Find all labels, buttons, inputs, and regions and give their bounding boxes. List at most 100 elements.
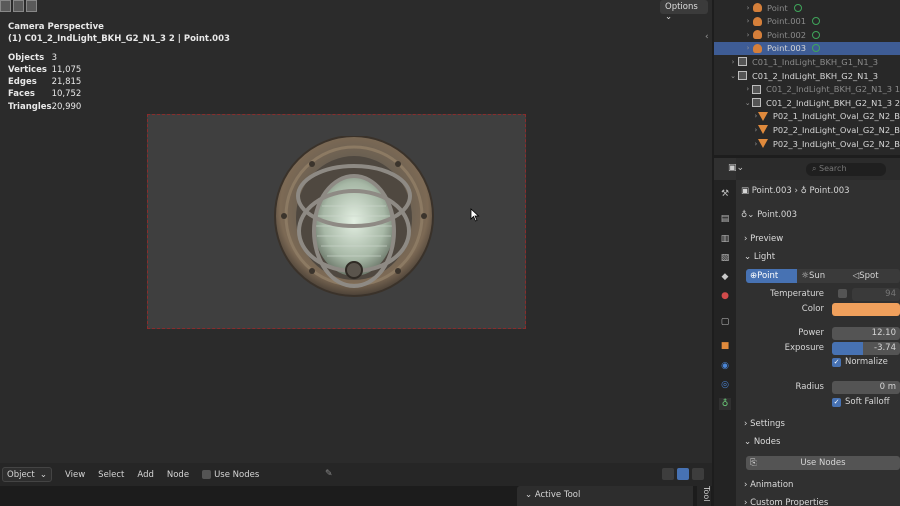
use-nodes-button[interactable]: ⎘ Use Nodes (746, 456, 900, 470)
chevron-down-icon: ⌄ (665, 12, 673, 22)
radius-field[interactable]: 0 m (832, 381, 900, 394)
editor-type-dropdown[interactable]: ▣⌄ (728, 163, 750, 176)
outliner-row-label: C01_2_IndLight_BKH_G2_N1_3 1 (766, 84, 900, 95)
chevron-right-icon[interactable]: › (728, 58, 738, 66)
section-preview[interactable]: › Preview (744, 234, 783, 244)
checkbox-icon[interactable] (202, 469, 212, 479)
outliner-row[interactable]: ⌄ C01_2_IndLight_BKH_G2_N1_3 2 (714, 96, 900, 109)
collection-icon[interactable]: ▢ (719, 316, 731, 328)
breadcrumb: ▣ Point.003 › ♁ Point.003 (741, 186, 850, 196)
select-box-icon[interactable] (26, 0, 37, 12)
mesh-icon (757, 111, 768, 121)
editor-type-icon[interactable] (0, 0, 11, 12)
outliner-row[interactable]: › P02_3_IndLight_Oval_G2_N2_B (714, 137, 900, 150)
datablock-selector[interactable]: ♁⌄ Point.003 (741, 210, 797, 220)
outliner[interactable]: › Point › Point.001 › Point.002 › Point.003 › C01… (714, 0, 900, 155)
use-nodes-toggle[interactable]: Use Nodes (202, 469, 259, 480)
light-data-icon[interactable]: ♁ (719, 398, 731, 410)
light-data-icon[interactable] (812, 17, 821, 26)
outliner-row-label: C01_2_IndLight_BKH_G2_N1_3 (752, 70, 879, 81)
3d-viewport[interactable]: Camera Perspective (1) C01_2_IndLight_BK… (0, 0, 712, 463)
outliner-row[interactable]: › P02_1_IndLight_Oval_G2_N2_B (714, 110, 900, 123)
chevron-right-icon[interactable]: › (743, 31, 753, 39)
section-settings[interactable]: › Settings (744, 419, 785, 429)
collection-icon (738, 57, 747, 67)
outliner-row[interactable]: › Point (714, 1, 900, 14)
exposure-slider[interactable]: -3.74 (832, 342, 900, 355)
chevron-right-icon[interactable]: › (743, 85, 752, 93)
viewport-header-icons[interactable] (0, 0, 37, 12)
select-mode-icon[interactable] (13, 0, 24, 12)
section-nodes[interactable]: ⌄ Nodes (744, 437, 780, 447)
temperature-field[interactable]: 94 (852, 288, 900, 301)
menu-select[interactable]: Select (98, 470, 124, 480)
options-dropdown[interactable]: Options ⌄ (660, 0, 708, 22)
active-object-label: (1) C01_2_IndLight_BKH_G2_N1_3 2 | Point… (8, 34, 230, 45)
light-data-icon[interactable] (793, 3, 802, 12)
temperature-checkbox[interactable] (838, 289, 847, 298)
outliner-row[interactable]: ⌄ C01_2_IndLight_BKH_G2_N1_3 (714, 69, 900, 82)
tool-tab[interactable]: Tool (697, 486, 711, 506)
chevron-left-icon[interactable]: ‹ (705, 32, 709, 42)
menu-view[interactable]: View (65, 470, 85, 480)
light-data-icon[interactable] (812, 44, 821, 53)
radius-label: Radius (795, 382, 824, 392)
active-tool-panel[interactable]: ⌄ Active Tool (517, 486, 693, 506)
chevron-down-icon[interactable]: ⌄ (728, 72, 738, 80)
outliner-row-label: P02_3_IndLight_Oval_G2_N2_B (772, 138, 900, 149)
search-input[interactable]: ⌕ Search (806, 163, 886, 176)
search-icon: ⌕ (812, 164, 820, 173)
outliner-row[interactable]: › Point.002 (714, 28, 900, 41)
stats-row: Vertices 11,075 (8, 64, 82, 75)
pin-icon[interactable]: ✎ (325, 469, 333, 479)
light-icon (753, 16, 762, 26)
chevron-down-icon: ⌄ (525, 490, 535, 500)
tool-icon[interactable]: ⚒ (719, 188, 731, 200)
chevron-down-icon[interactable]: ⌄ (743, 99, 752, 107)
perspective-label: Camera Perspective (8, 22, 104, 32)
physics-icon[interactable]: ◉ (719, 360, 731, 372)
outliner-row[interactable]: › P02_2_IndLight_Oval_G2_N2_B (714, 123, 900, 136)
light-object-icon: ▣ (741, 186, 752, 196)
light-type-point[interactable]: ⊕ Point (746, 269, 798, 283)
chevron-right-icon[interactable]: › (743, 4, 753, 12)
point-light-icon: ⊕ (750, 271, 758, 281)
overlay-icon[interactable] (677, 468, 689, 480)
soft-falloff-checkbox[interactable]: ✓ Soft Falloff (832, 397, 890, 407)
color-swatch[interactable] (832, 303, 900, 316)
section-custom-properties[interactable]: › Custom Properties (744, 498, 828, 506)
chevron-right-icon[interactable]: › (743, 17, 753, 25)
outliner-row[interactable]: › Point.003 (714, 41, 900, 55)
outliner-row[interactable]: › C01_2_IndLight_BKH_G2_N1_3 1 (714, 83, 900, 96)
chevron-down-icon: ⌄ (39, 470, 47, 480)
light-type-sun[interactable]: ☼ Sun (797, 269, 848, 283)
light-data-icon[interactable] (812, 30, 821, 39)
normalize-checkbox[interactable]: ✓ Normalize (832, 357, 888, 367)
light-type-spot[interactable]: ◁ Spot (849, 269, 900, 283)
section-light[interactable]: ⌄ Light (744, 252, 775, 262)
scene-icon[interactable]: ◆ (719, 271, 731, 283)
render-icon[interactable]: ▤ (719, 213, 731, 225)
mode-dropdown[interactable]: Object ⌄ (2, 467, 52, 482)
power-field[interactable]: 12.10 (832, 327, 900, 340)
stats-row: Objects 3 (8, 52, 58, 63)
outliner-row[interactable]: › C01_1_IndLight_BKH_G1_N1_3 (714, 55, 900, 68)
sun-icon: ☼ (801, 271, 809, 281)
properties-editor[interactable]: ▣⌄ ⌕ Search ⚒ ▤ ▥ ▧ ◆ ● ▢ ■ ◉ ◎ ♁ ▣ Poin… (714, 158, 900, 506)
stats-row: Triangles 20,990 (8, 101, 82, 112)
menu-node[interactable]: Node (167, 470, 189, 480)
chevron-right-icon[interactable]: › (743, 44, 753, 52)
chevron-down-icon: ⌄ (744, 252, 754, 262)
outliner-row[interactable]: › Point.001 (714, 15, 900, 28)
lamp-render (274, 136, 434, 297)
menu-add[interactable]: Add (137, 470, 153, 480)
node-editor-header: Object ⌄ View Select Add Node Use Nodes … (0, 463, 712, 486)
overlay-toggles (662, 468, 704, 480)
section-animation[interactable]: › Animation (744, 480, 793, 490)
mesh-icon (757, 125, 768, 135)
view-layer-icon[interactable]: ▧ (719, 252, 731, 264)
overlay-dropdown-icon[interactable] (692, 468, 704, 480)
check-icon: ✓ (832, 397, 841, 407)
snap-icon[interactable] (662, 468, 674, 480)
output-icon[interactable]: ▥ (719, 233, 731, 245)
